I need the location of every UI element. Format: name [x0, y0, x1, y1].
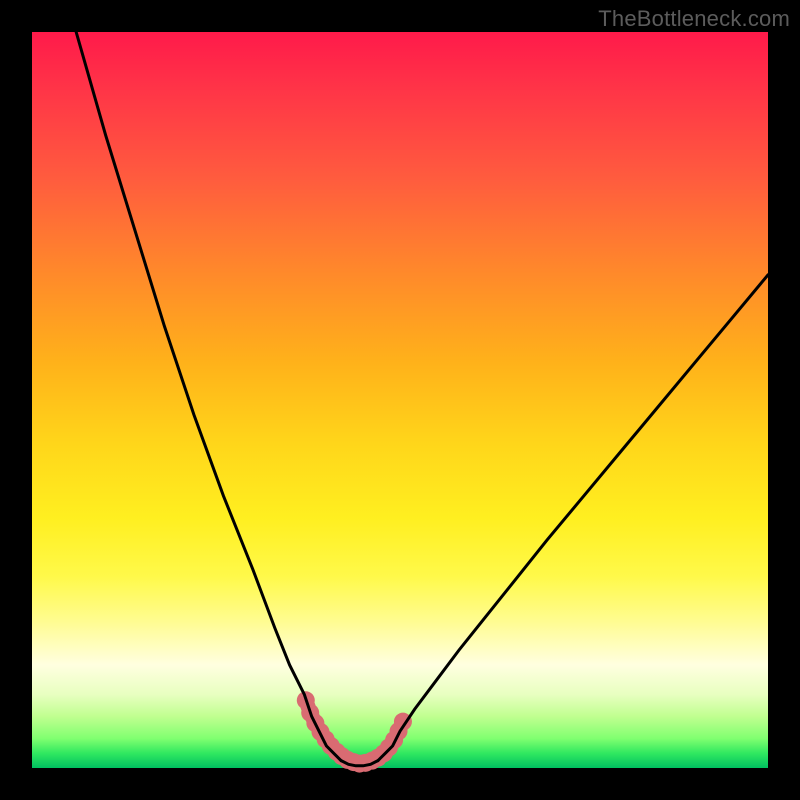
- curve-right-branch: [378, 275, 768, 761]
- chart-frame: TheBottleneck.com: [0, 0, 800, 800]
- plot-area: [32, 32, 768, 768]
- watermark-text: TheBottleneck.com: [598, 6, 790, 32]
- curve-left-branch: [76, 32, 341, 761]
- curve-layer: [32, 32, 768, 768]
